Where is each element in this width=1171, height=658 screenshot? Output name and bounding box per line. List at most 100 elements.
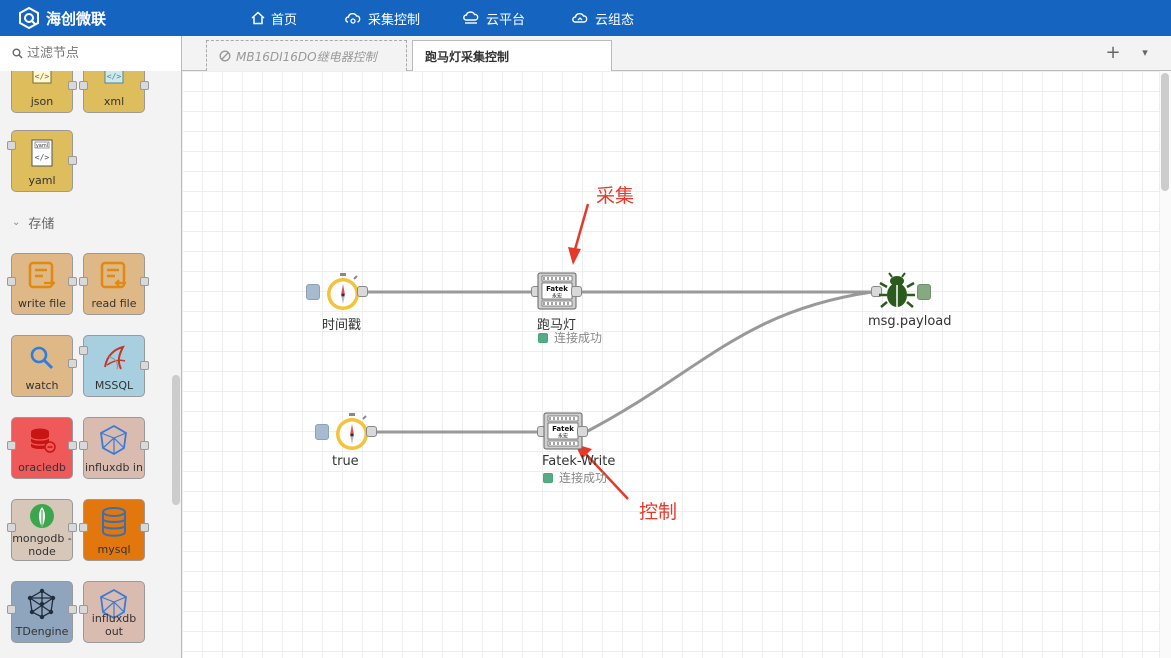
plc-brand-text: Fatek <box>552 425 574 433</box>
output-port[interactable] <box>68 277 77 286</box>
palette-node-influxdb-out[interactable]: influxdb out <box>79 581 145 643</box>
output-port[interactable] <box>140 81 149 90</box>
input-port[interactable] <box>79 81 88 90</box>
palette-scrollbar[interactable] <box>172 375 180 505</box>
flow-wires <box>368 203 873 500</box>
output-port[interactable] <box>140 523 149 532</box>
palette-node-tdengine[interactable]: TDengine <box>7 581 77 643</box>
input-port[interactable] <box>79 605 88 614</box>
input-port[interactable] <box>7 277 16 286</box>
output-port[interactable] <box>357 286 368 297</box>
palette-node-oracledb[interactable]: oracledb <box>7 417 77 479</box>
disabled-icon <box>219 50 231 62</box>
mongodb-leaf-icon <box>12 502 72 532</box>
palette-node-yaml[interactable]: yaml </> yaml <box>7 130 77 192</box>
annotation-arrow-collect <box>572 203 590 254</box>
tab-menu-button[interactable]: ▾ <box>1138 46 1152 60</box>
node-status-marquee: 连接成功 <box>538 329 602 346</box>
node-label-true: true <box>332 454 359 469</box>
mssql-icon <box>84 338 144 378</box>
status-dot-icon <box>538 332 548 343</box>
input-port[interactable] <box>7 605 16 614</box>
output-port[interactable] <box>140 277 149 286</box>
output-port[interactable] <box>68 523 77 532</box>
node-label-fatek-write: Fatek-Write <box>542 454 616 469</box>
nav-cloud-config-label: 云组态 <box>595 12 635 28</box>
nav-home[interactable]: 首页 <box>251 0 297 36</box>
nav-cloud-platform[interactable]: 云平台 <box>462 0 525 36</box>
palette-node-influxdb-in[interactable]: influxdb in <box>79 417 149 479</box>
add-tab-button[interactable]: + <box>1104 44 1122 62</box>
palette-node-mssql[interactable]: MSSQL <box>79 335 149 397</box>
palette-node-mongodb[interactable]: mongodb - node <box>7 499 77 561</box>
input-port[interactable] <box>79 523 88 532</box>
cloud-config-icon <box>572 12 588 23</box>
database-icon <box>12 420 72 460</box>
palette-node-label: influxdb out <box>91 612 137 638</box>
inject-trigger-button[interactable] <box>315 424 329 440</box>
cloud-gear-icon <box>345 12 361 24</box>
tab-label: MB16DI16DO继电器控制 <box>236 49 377 64</box>
palette-node-label: oracledb <box>18 461 66 474</box>
output-port[interactable] <box>140 441 149 450</box>
palette-node-json[interactable]: </> json <box>11 71 77 113</box>
json-icon: </> <box>12 71 72 90</box>
nav-home-label: 首页 <box>271 12 298 28</box>
workspace-scrollbar[interactable] <box>1161 73 1169 191</box>
status-text: 连接成功 <box>554 331 603 345</box>
input-port[interactable] <box>79 346 88 355</box>
filter-nodes-input[interactable] <box>27 46 177 61</box>
palette-node-label: json <box>30 95 54 108</box>
output-port[interactable] <box>68 605 77 614</box>
search-icon <box>12 48 23 59</box>
nav-collect-control-label: 采集控制 <box>368 12 421 28</box>
output-port[interactable] <box>68 81 77 90</box>
category-label: 存储 <box>28 217 55 232</box>
brand-name: 海创微联 <box>46 9 107 28</box>
tab-marquee-collect[interactable]: 跑马灯采集控制 <box>412 40 612 72</box>
input-port[interactable] <box>79 277 88 286</box>
output-port[interactable] <box>140 361 149 370</box>
status-text: 连接成功 <box>559 471 608 485</box>
database-stack-icon <box>84 502 144 542</box>
palette-node-read-file[interactable]: read file <box>79 253 149 315</box>
palette-node-mysql[interactable]: mysql <box>79 499 149 561</box>
top-navigation-bar: 海创微联 首页 采集控制 云平台 云组态 <box>0 0 1171 36</box>
node-label-timestamp: 时间戳 <box>322 318 362 333</box>
input-port[interactable] <box>79 441 88 450</box>
nav-cloud-config[interactable]: 云组态 <box>571 0 634 36</box>
input-port[interactable] <box>7 523 16 532</box>
output-port[interactable] <box>577 426 588 437</box>
output-port[interactable] <box>68 156 77 165</box>
input-port[interactable] <box>7 141 16 150</box>
output-port[interactable] <box>571 286 582 297</box>
node-palette: </> json </> xml yaml </> yaml ⌄ 存储 writ… <box>0 71 182 658</box>
tab-mb16di16do-relay[interactable]: MB16DI16DO继电器控制 <box>206 40 407 71</box>
palette-node-label: xml <box>103 95 125 108</box>
palette-node-watch[interactable]: watch <box>11 335 77 397</box>
output-port[interactable] <box>68 359 77 368</box>
nav-collect-control[interactable]: 采集控制 <box>344 0 420 36</box>
svg-text:yaml: yaml <box>36 143 48 149</box>
input-port[interactable] <box>7 441 16 450</box>
inject-trigger-button[interactable] <box>306 284 320 300</box>
svg-text:</>: </> <box>107 72 122 81</box>
bug-icon <box>879 272 915 308</box>
status-dot-icon <box>543 472 553 483</box>
node-status-fatek-write: 连接成功 <box>543 469 607 486</box>
output-port[interactable] <box>68 441 77 450</box>
brand-logo[interactable]: 海创微联 <box>18 6 106 30</box>
palette-node-xml[interactable]: </> xml <box>79 71 149 113</box>
palette-node-label: TDengine <box>15 625 69 638</box>
flow-workspace[interactable]: 时间戳 Fatek 永宏 跑马灯 连接成功 msg.payload true F… <box>182 71 1171 658</box>
output-port[interactable] <box>366 426 377 437</box>
flow-node-debug-payload[interactable] <box>879 272 915 310</box>
workspace-scrollbar-track <box>1159 71 1171 658</box>
chevron-down-icon: ⌄ <box>12 217 21 228</box>
annotation-control: 控制 <box>639 501 678 523</box>
palette-node-write-file[interactable]: write file <box>7 253 77 315</box>
node-label-debug: msg.payload <box>868 314 952 329</box>
palette-category-storage[interactable]: ⌄ 存储 <box>12 213 54 232</box>
tab-strip: MB16DI16DO继电器控制 跑马灯采集控制 + ▾ <box>0 36 1171 72</box>
debug-toggle-button[interactable] <box>917 284 931 300</box>
